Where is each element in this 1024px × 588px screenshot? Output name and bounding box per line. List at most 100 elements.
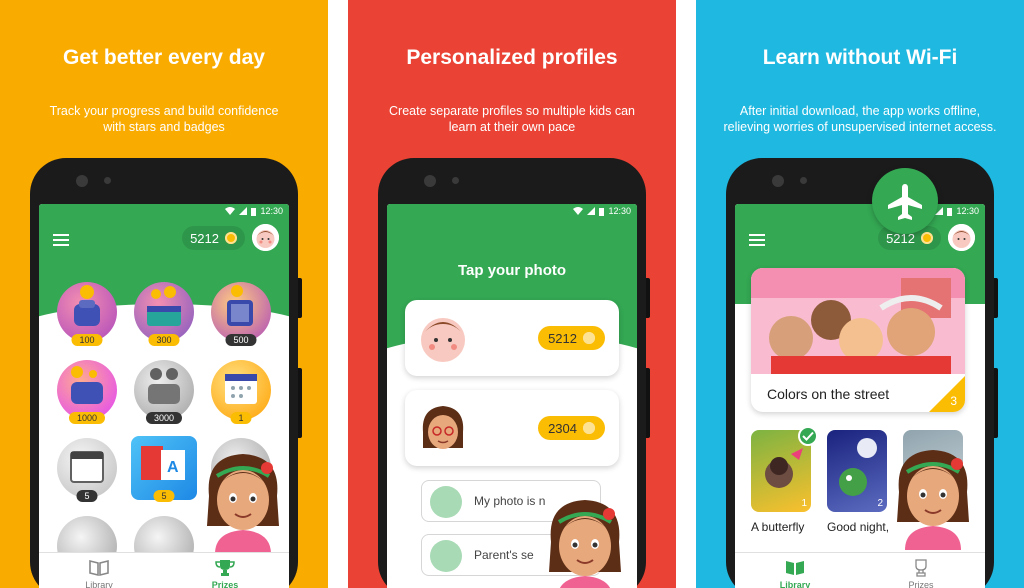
flower-icon — [583, 332, 595, 344]
status-time: 12:30 — [260, 206, 283, 216]
profile-heading: Tap your photo — [457, 262, 567, 279]
badge[interactable]: 5 — [57, 438, 117, 502]
book-level: 1 — [801, 498, 807, 509]
sensor-icon — [104, 177, 111, 184]
profile-avatar — [422, 406, 464, 449]
badge-count: 300 — [148, 334, 180, 346]
level-corner — [929, 376, 965, 412]
badge[interactable]: 1000 — [57, 360, 117, 424]
featured-book-cover — [751, 268, 965, 374]
flower-icon — [583, 422, 595, 434]
sensor-icon — [452, 177, 459, 184]
profile-card[interactable]: 5212 — [405, 300, 619, 376]
volume-button — [298, 278, 302, 318]
book-level: 2 — [877, 498, 883, 509]
book-cover[interactable]: 2 — [827, 430, 887, 512]
volume-button — [994, 278, 998, 318]
signal-icon — [239, 207, 248, 215]
phone-frame: 12:30 5212 100 300 500 1000 3000 1 5 A 5… — [30, 158, 302, 588]
camera-icon — [76, 175, 88, 187]
menu-icon[interactable] — [53, 234, 69, 246]
signal-icon — [587, 207, 596, 215]
profile-points: 5212 — [538, 326, 605, 350]
wifi-icon — [225, 207, 236, 215]
featured-book-card[interactable]: Colors on the street 3 — [751, 268, 965, 412]
badge-count: 5 — [153, 490, 175, 502]
badge-count: 1 — [230, 412, 252, 424]
profile-card[interactable]: 2304 — [405, 390, 619, 466]
panel-offline: Learn without Wi-Fi After initial downlo… — [696, 0, 1024, 588]
nav-library[interactable]: Library — [59, 559, 139, 588]
points-counter: 5212 — [182, 226, 245, 250]
panel-subtitle: After initial download, the app works of… — [723, 104, 997, 134]
badge-count: 1000 — [68, 412, 106, 424]
sensor-icon — [800, 177, 807, 184]
panel-title: Learn without Wi-Fi — [762, 46, 958, 69]
airplane-icon — [888, 184, 922, 220]
trophy-icon — [215, 560, 235, 576]
volume-button — [646, 278, 650, 318]
featured-book-title: Colors on the street — [767, 386, 890, 402]
phone-icon — [430, 540, 462, 572]
phone-screen: 12:30 5212 Colors on the street 3 1 2 A … — [735, 204, 985, 588]
panel-subtitle: Track your progress and build confidence… — [49, 104, 279, 134]
avatar[interactable] — [252, 224, 279, 251]
camera-icon — [424, 175, 436, 187]
power-button — [994, 368, 998, 438]
trophy-icon — [915, 559, 927, 577]
status-bar: 12:30 — [225, 206, 283, 216]
phone-screen: 12:30 5212 100 300 500 1000 3000 1 5 A 5… — [39, 204, 289, 588]
battery-icon — [251, 207, 257, 216]
panel-profiles: Personalized profiles Create separate pr… — [348, 0, 676, 588]
power-button — [298, 368, 302, 438]
badge-count: 100 — [71, 334, 103, 346]
bottom-navigation: Library Prizes — [735, 552, 985, 588]
badge[interactable]: A 5 — [131, 436, 197, 502]
panel-subtitle: Create separate profiles so multiple kid… — [389, 104, 635, 134]
battery-icon — [947, 207, 953, 216]
badge[interactable]: 3000 — [134, 360, 194, 424]
flower-icon — [225, 232, 237, 244]
check-icon — [798, 426, 818, 446]
girl-character — [885, 442, 981, 550]
library-icon — [786, 561, 804, 575]
library-icon — [89, 559, 109, 577]
badge-count: 5 — [76, 490, 98, 502]
nav-prizes[interactable]: Prizes — [881, 559, 961, 588]
avatar[interactable] — [948, 224, 975, 251]
girl-character — [537, 492, 633, 588]
badge-count: 500 — [225, 334, 257, 346]
book-title[interactable]: A butterfly — [751, 520, 804, 534]
panel-title: Personalized profiles — [406, 46, 618, 69]
nav-library[interactable]: Library — [755, 559, 835, 588]
phone-frame: 12:30 5212 Colors on the street 3 1 2 A … — [726, 158, 998, 588]
profile-points: 2304 — [538, 416, 605, 440]
battery-icon — [599, 207, 605, 216]
status-bar: 12:30 — [573, 206, 631, 216]
badge[interactable]: 100 — [57, 282, 117, 346]
wifi-icon — [573, 207, 584, 215]
status-time: 12:30 — [956, 206, 979, 216]
profile-avatar — [421, 318, 465, 362]
person-icon — [430, 486, 462, 518]
app-store-screenshots: Get better every day Track your progress… — [0, 0, 1024, 588]
offline-badge — [872, 168, 938, 234]
nav-prizes[interactable]: Prizes — [185, 559, 265, 588]
panel-progress: Get better every day Track your progress… — [0, 0, 328, 588]
menu-icon[interactable] — [749, 234, 765, 246]
points-value: 5212 — [190, 230, 219, 246]
badge[interactable]: 1 — [211, 360, 271, 424]
panel-title: Get better every day — [63, 46, 265, 69]
phone-screen: 12:30 Tap your photo 5212 2304 My photo … — [387, 204, 637, 588]
status-time: 12:30 — [608, 206, 631, 216]
featured-book-level: 3 — [950, 394, 957, 408]
camera-icon — [772, 175, 784, 187]
svg-text:A: A — [167, 459, 179, 476]
bottom-navigation: Library Prizes — [39, 552, 289, 588]
girl-character — [195, 446, 289, 554]
badge[interactable]: 500 — [211, 282, 271, 346]
book-title[interactable]: Good night, — [827, 520, 889, 534]
badge[interactable]: 300 — [134, 282, 194, 346]
badge-count: 3000 — [145, 412, 183, 424]
power-button — [646, 368, 650, 438]
